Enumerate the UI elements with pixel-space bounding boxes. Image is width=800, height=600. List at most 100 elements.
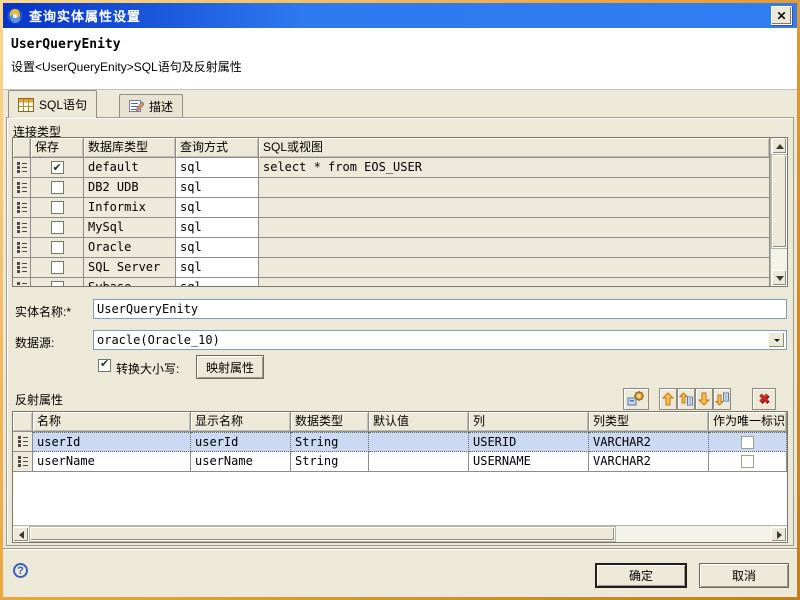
unique-checkbox[interactable] — [741, 455, 754, 468]
query-mode-cell[interactable]: sql — [176, 198, 259, 218]
col-sql-view[interactable]: SQL或视图 — [259, 138, 770, 158]
table-row[interactable]: DB2 UDB sql — [13, 178, 770, 198]
unique-checkbox-cell[interactable] — [709, 432, 787, 452]
tab-sql[interactable]: SQL语句 — [8, 90, 97, 118]
row-handle-icon[interactable] — [13, 432, 33, 452]
query-mode-cell[interactable]: sql — [176, 278, 259, 287]
query-mode-cell[interactable]: sql — [176, 238, 259, 258]
sql-cell[interactable] — [259, 178, 770, 198]
table-row[interactable]: SQL Server sql — [13, 258, 770, 278]
row-handle-icon[interactable] — [13, 238, 31, 258]
combo-dropdown-button[interactable] — [768, 332, 785, 348]
col-column[interactable]: 列 — [469, 412, 589, 432]
horizontal-scrollbar[interactable] — [13, 525, 787, 542]
save-checkbox-cell[interactable] — [31, 218, 84, 238]
default-value-cell[interactable] — [369, 452, 469, 472]
table-row[interactable]: default sql select * from EOS_USER — [13, 158, 770, 178]
column-type-cell[interactable]: VARCHAR2 — [589, 452, 709, 472]
column-cell[interactable]: USERID — [469, 432, 589, 452]
data-type-cell[interactable]: String — [291, 432, 369, 452]
db-type-cell[interactable]: Informix — [84, 198, 176, 218]
cancel-button[interactable]: 取消 — [699, 563, 789, 588]
query-mode-cell[interactable]: sql — [176, 178, 259, 198]
sql-cell[interactable] — [259, 198, 770, 218]
save-checkbox[interactable] — [51, 261, 64, 274]
entity-name-input[interactable]: UserQueryEnity — [93, 299, 787, 319]
col-db-type[interactable]: 数据库类型 — [84, 138, 176, 158]
vertical-scrollbar[interactable] — [770, 138, 787, 286]
unique-checkbox-cell[interactable] — [709, 452, 787, 472]
col-name[interactable]: 名称 — [33, 412, 191, 432]
help-button[interactable]: ? — [13, 563, 28, 578]
name-cell[interactable]: userId — [33, 432, 191, 452]
sql-cell[interactable] — [259, 278, 770, 287]
query-mode-cell[interactable]: sql — [176, 158, 259, 178]
ok-button[interactable]: 确定 — [595, 563, 687, 588]
table-row-selected[interactable]: userId userId String USERID VARCHAR2 — [13, 432, 787, 452]
scroll-up-button[interactable] — [772, 138, 787, 154]
sql-cell[interactable] — [259, 238, 770, 258]
save-checkbox[interactable] — [51, 241, 64, 254]
db-type-cell[interactable]: DB2 UDB — [84, 178, 176, 198]
default-value-cell[interactable] — [369, 432, 469, 452]
save-checkbox[interactable] — [51, 181, 64, 194]
tab-description[interactable]: 描述 — [119, 94, 183, 117]
move-down-button[interactable] — [695, 388, 713, 410]
column-type-cell[interactable]: VARCHAR2 — [589, 432, 709, 452]
move-bottom-button[interactable] — [713, 388, 731, 410]
table-row[interactable]: userName userName String USERNAME VARCHA… — [13, 452, 787, 472]
table-row[interactable]: Sybase sql — [13, 278, 770, 287]
sql-cell[interactable] — [259, 218, 770, 238]
row-handle-icon[interactable] — [13, 198, 31, 218]
db-type-cell[interactable]: Sybase — [84, 278, 176, 287]
datasource-combo[interactable]: oracle(Oracle_10) — [93, 330, 787, 350]
data-type-cell[interactable]: String — [291, 452, 369, 472]
delete-button[interactable]: ✖ — [752, 388, 776, 410]
table-row[interactable]: Informix sql — [13, 198, 770, 218]
table-row[interactable]: Oracle sql — [13, 238, 770, 258]
save-checkbox-cell[interactable] — [31, 158, 84, 178]
save-checkbox[interactable] — [51, 161, 64, 174]
sql-cell[interactable] — [259, 258, 770, 278]
row-handle-icon[interactable] — [13, 452, 33, 472]
row-handle-icon[interactable] — [13, 178, 31, 198]
save-checkbox[interactable] — [51, 221, 64, 234]
col-save[interactable]: 保存 — [31, 138, 84, 158]
col-query-mode[interactable]: 查询方式 — [176, 138, 259, 158]
title-bar[interactable]: 查询实体属性设置 ✕ — [3, 3, 797, 28]
display-name-cell[interactable]: userName — [191, 452, 291, 472]
move-up-button[interactable] — [659, 388, 677, 410]
save-checkbox-cell[interactable] — [31, 198, 84, 218]
uppercase-checkbox[interactable] — [98, 359, 111, 372]
col-display-name[interactable]: 显示名称 — [191, 412, 291, 432]
db-type-cell[interactable]: MySql — [84, 218, 176, 238]
save-checkbox[interactable] — [51, 281, 64, 287]
save-checkbox-cell[interactable] — [31, 278, 84, 287]
scroll-right-button[interactable] — [771, 527, 787, 542]
column-cell[interactable]: USERNAME — [469, 452, 589, 472]
map-attributes-tool-button[interactable] — [623, 388, 649, 410]
db-type-cell[interactable]: default — [84, 158, 176, 178]
close-button[interactable]: ✕ — [771, 6, 792, 25]
row-handle-icon[interactable] — [13, 258, 31, 278]
save-checkbox-cell[interactable] — [31, 178, 84, 198]
query-mode-cell[interactable]: sql — [176, 218, 259, 238]
col-unique-id[interactable]: 作为唯一标识 — [709, 412, 787, 432]
map-properties-button[interactable]: 映射属性 — [196, 355, 264, 379]
query-mode-cell[interactable]: sql — [176, 258, 259, 278]
scrollbar-thumb[interactable] — [772, 155, 787, 248]
name-cell[interactable]: userName — [33, 452, 191, 472]
display-name-cell[interactable]: userId — [191, 432, 291, 452]
table-row[interactable]: MySql sql — [13, 218, 770, 238]
save-checkbox[interactable] — [51, 201, 64, 214]
row-handle-icon[interactable] — [13, 278, 31, 287]
db-type-cell[interactable]: SQL Server — [84, 258, 176, 278]
col-column-type[interactable]: 列类型 — [589, 412, 709, 432]
save-checkbox-cell[interactable] — [31, 258, 84, 278]
scrollbar-thumb[interactable] — [30, 527, 615, 541]
move-top-button[interactable] — [677, 388, 695, 410]
unique-checkbox[interactable] — [741, 436, 754, 449]
scroll-left-button[interactable] — [13, 527, 29, 542]
col-default-value[interactable]: 默认值 — [369, 412, 469, 432]
save-checkbox-cell[interactable] — [31, 238, 84, 258]
